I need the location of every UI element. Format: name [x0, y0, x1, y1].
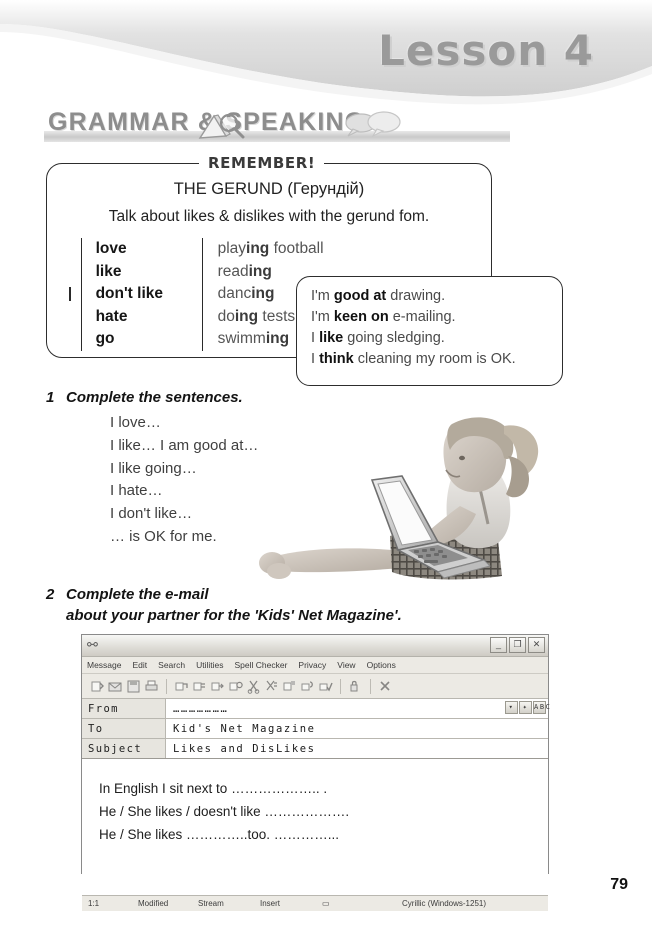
gerund-subheading: Talk about likes & dislikes with the ger… [108, 208, 430, 225]
status-modified: Modified [138, 899, 169, 908]
overwrite-icon: ▭ [322, 899, 330, 908]
section-header: GRAMMAR & SPEAKING [44, 108, 514, 144]
verb-item: don't like [95, 285, 164, 303]
field-row-to[interactable]: To Kid's Net Magazine [82, 719, 548, 739]
toolbar-separator [370, 678, 371, 694]
exercise-1-line: I like… I am good at… [110, 436, 259, 454]
gerund-table: love like don't like hate go playing foo… [69, 238, 324, 351]
status-insert: Insert [260, 899, 281, 908]
menu-bar[interactable]: Message Edit Search Utilities Spell Chec… [82, 657, 548, 674]
examples-box: I'm good at drawing. I'm keen on e-maili… [296, 276, 563, 386]
menu-item-view[interactable]: View [337, 660, 355, 670]
status-encoding: Cyrillic (Windows-1251) [402, 899, 487, 908]
email-client-window[interactable]: ⚯ _ ❐ ✕ Message Edit Search Utilities Sp… [81, 634, 550, 911]
gerund-heading: THE GERUND (Герундій) [173, 180, 365, 198]
status-mode: Stream [198, 899, 224, 908]
print-icon[interactable] [144, 679, 159, 694]
open-mail-icon[interactable] [108, 679, 123, 694]
reply-all-icon[interactable] [192, 679, 207, 694]
exercise-1-line: I hate… [110, 482, 163, 500]
menu-item-spell-checker[interactable]: Spell Checker [235, 660, 288, 670]
cut-icon[interactable] [246, 679, 261, 694]
delete-icon[interactable] [378, 679, 393, 694]
field-label-to: To [82, 719, 166, 738]
menu-item-options[interactable]: Options [367, 660, 396, 670]
header-fields[interactable]: From ………………… ▾ ✦ ABC To Kid's Net Magazi… [82, 699, 550, 759]
speech-bubbles-icon [345, 111, 401, 138]
save-mail-icon[interactable] [126, 679, 141, 694]
minimize-button[interactable]: _ [490, 637, 507, 653]
app-icon: ⚯ [87, 638, 98, 653]
example-line: I'm good at drawing. [311, 288, 446, 304]
remember-label: REMEMBER! [199, 154, 325, 172]
close-button[interactable]: ✕ [528, 637, 545, 653]
example-line: I like going sledging. [311, 330, 445, 346]
toolbar[interactable] [82, 674, 548, 699]
field-label-subject: Subject [82, 739, 166, 758]
exercise-1-line: I don't like… [110, 505, 193, 523]
message-body[interactable]: In English I sit next to ……………….. . He /… [82, 759, 548, 896]
from-input-text: ………………… [173, 702, 229, 715]
verb-item: go [95, 330, 115, 348]
exercise-2-line1: Complete the e-mail [66, 586, 209, 603]
verb-item: love [95, 240, 127, 257]
exercise-1-lines: I love… I like… I am good at… I like goi… [110, 412, 258, 549]
toolbar-separator [166, 678, 167, 694]
status-position: 1:1 [88, 899, 100, 908]
menu-item-message[interactable]: Message [87, 660, 122, 670]
example-line: I'm keen on e-mailing. [311, 309, 456, 325]
reply-icon[interactable] [174, 679, 189, 694]
spell-check-icon[interactable] [318, 679, 333, 694]
gerund-item: playing football [217, 240, 324, 257]
header-banner: Lesson 4 [0, 0, 652, 110]
verb-item: like [95, 262, 122, 280]
verb-item: hate [95, 307, 128, 325]
new-message-icon[interactable] [90, 679, 105, 694]
field-row-from[interactable]: From ………………… ▾ ✦ ABC [82, 699, 550, 719]
exercise-2-line2: about your partner for the 'Kids' Net Ma… [66, 607, 402, 624]
from-addressbook-button[interactable]: ✦ [519, 701, 532, 714]
attach-icon[interactable] [300, 679, 315, 694]
from-abc-button[interactable]: ABC [533, 701, 550, 714]
lesson-title: Lesson 4 [378, 26, 594, 75]
menu-item-privacy[interactable]: Privacy [298, 660, 326, 670]
field-value-subject[interactable]: Likes and DisLikes [166, 739, 548, 758]
girl-with-laptop-photo [259, 417, 539, 580]
verb-column: love like don't like hate go [80, 238, 202, 351]
encrypt-icon[interactable] [348, 679, 363, 694]
textbook-page: Lesson 4 GRAMMAR & SPEAKING REMEMBER! TH… [0, 0, 652, 930]
exercise-1-title: Complete the sentences. [66, 389, 243, 406]
from-field-buttons[interactable]: ▾ ✦ ABC [505, 701, 550, 714]
copy-icon[interactable] [264, 679, 279, 694]
maximize-button[interactable]: ❐ [509, 637, 526, 653]
open-book-icon [198, 113, 245, 139]
send-icon[interactable] [228, 679, 243, 694]
exercise-1-line: I love… [110, 414, 161, 431]
menu-item-utilities[interactable]: Utilities [196, 660, 223, 670]
paste-icon[interactable] [282, 679, 297, 694]
example-line: I think cleaning my room is OK. [311, 351, 516, 367]
forward-icon[interactable] [210, 679, 225, 694]
status-bar: 1:1 Modified Stream Insert ▭ Cyrillic (W… [82, 896, 548, 911]
message-body-line: He / She likes / doesn't like ………………. [99, 804, 350, 819]
exercise-2-number: 2 [46, 586, 55, 603]
exercise-1-line: I like going… [110, 459, 197, 477]
from-dropdown-button[interactable]: ▾ [505, 701, 518, 714]
menu-item-search[interactable]: Search [158, 660, 185, 670]
field-value-from[interactable]: ………………… ▾ ✦ ABC [166, 699, 550, 718]
exercise-1-number: 1 [46, 389, 55, 406]
field-value-to[interactable]: Kid's Net Magazine [166, 719, 548, 738]
window-titlebar[interactable]: ⚯ _ ❐ ✕ [82, 635, 548, 657]
message-body-line: He / She likes …………..too. …………... [99, 827, 340, 842]
left-marker-bar [69, 287, 71, 302]
exercise-1-line: … is OK for me. [110, 527, 217, 545]
window-controls[interactable]: _ ❐ ✕ [490, 637, 545, 653]
message-body-line: In English I sit next to ……………….. . [99, 781, 328, 796]
field-label-from: From [82, 699, 166, 718]
menu-item-edit[interactable]: Edit [133, 660, 148, 670]
field-row-subject[interactable]: Subject Likes and DisLikes [82, 739, 548, 759]
page-number: 79 [610, 876, 628, 893]
toolbar-separator [340, 678, 341, 694]
